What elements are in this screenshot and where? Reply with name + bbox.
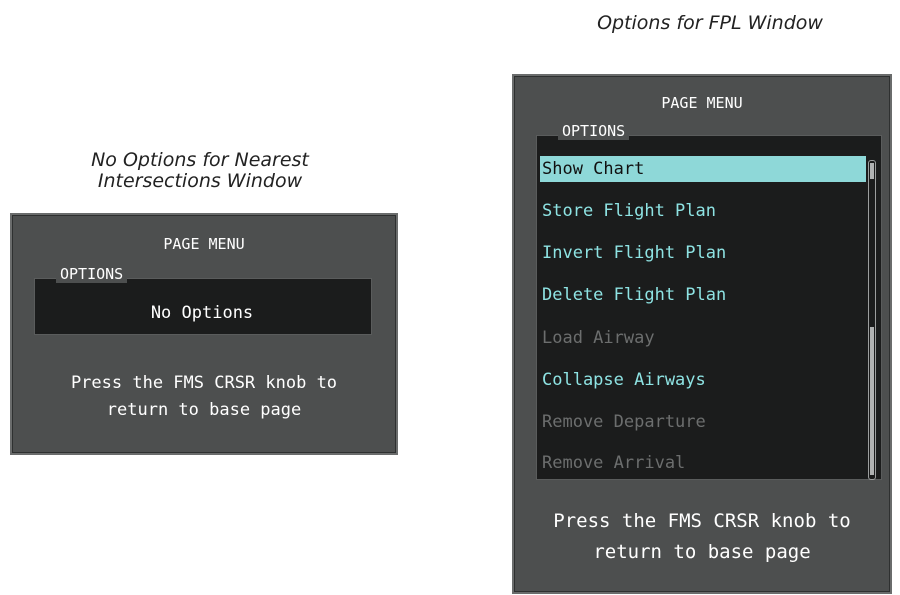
menu-item-collapse-airways[interactable]: Collapse Airways (540, 367, 866, 393)
scrollbar-thumb-bottom[interactable] (870, 327, 874, 475)
menu-item-load-airway: Load Airway (542, 328, 655, 348)
left-caption-line2: Intersections Window (97, 170, 303, 192)
page-menu-title: PAGE MENU (163, 235, 245, 253)
press-instruction-line2: return to base page (593, 541, 811, 563)
options-scrollbar[interactable] (868, 160, 876, 480)
menu-item-store-flight-plan[interactable]: Store Flight Plan (540, 198, 866, 224)
right-window-caption: Options for FPL Window (597, 12, 823, 34)
menu-item-remove-departure: Remove Departure (542, 412, 706, 432)
press-instruction: Press the FMS CRSR knob to return to bas… (12, 370, 396, 424)
nearest-intersections-page-menu: PAGE MENU OPTIONS No Options Press the F… (10, 213, 398, 455)
no-options-text: No Options (150, 303, 254, 323)
fpl-page-menu: PAGE MENU OPTIONS Show Chart Store Fligh… (512, 74, 892, 594)
press-instruction: Press the FMS CRSR knob to return to bas… (514, 506, 890, 568)
press-instruction-line1: Press the FMS CRSR knob to (553, 510, 851, 532)
page-menu-title: PAGE MENU (661, 94, 743, 112)
left-caption-line1: No Options for Nearest (91, 149, 309, 171)
menu-item-show-chart[interactable]: Show Chart (540, 156, 866, 182)
left-window-caption: No Options for Nearest Intersections Win… (20, 150, 380, 192)
menu-item-invert-flight-plan[interactable]: Invert Flight Plan (540, 240, 866, 266)
options-label: OPTIONS (56, 265, 128, 283)
menu-item-delete-flight-plan[interactable]: Delete Flight Plan (540, 282, 866, 308)
scrollbar-thumb-top[interactable] (870, 163, 874, 179)
press-instruction-line1: Press the FMS CRSR knob to (70, 373, 338, 393)
menu-item-remove-arrival: Remove Arrival (542, 453, 686, 473)
options-label: OPTIONS (558, 122, 630, 140)
press-instruction-line2: return to base page (106, 400, 302, 420)
